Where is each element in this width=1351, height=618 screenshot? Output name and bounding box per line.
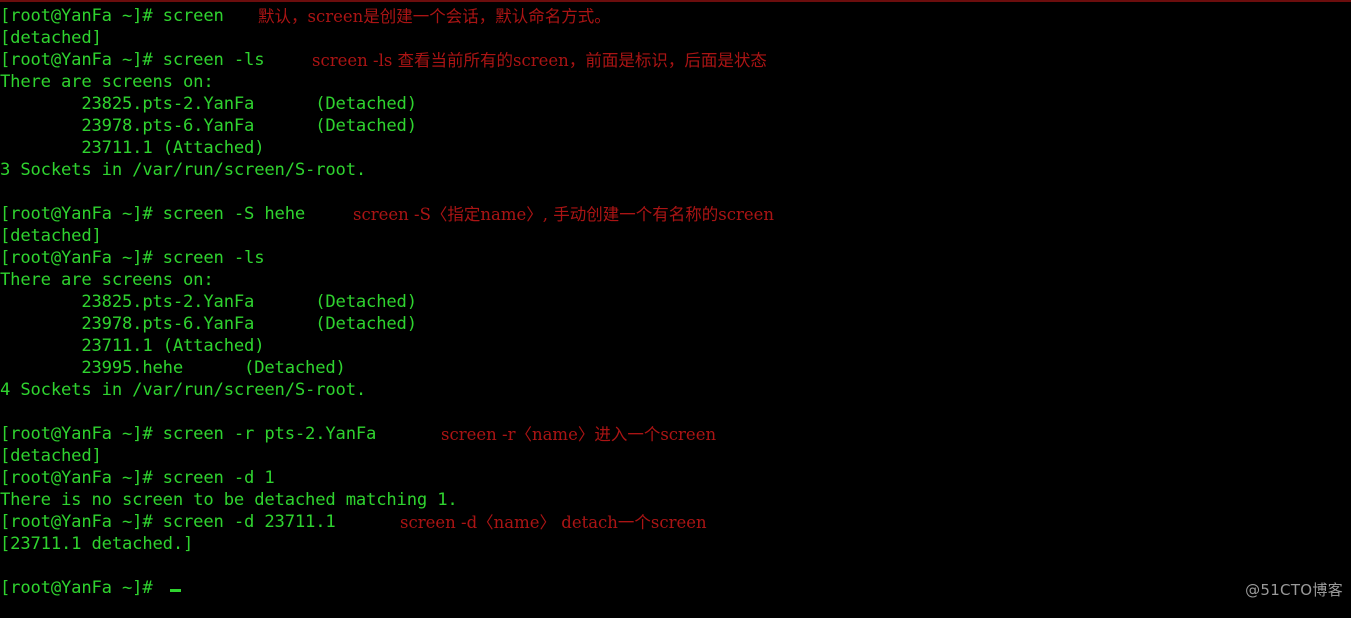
terminal-output-line[interactable]: 23978.pts-6.YanFa (Detached) xyxy=(0,313,1351,335)
terminal-output-line[interactable]: 23978.pts-6.YanFa (Detached) xyxy=(0,115,1351,137)
terminal-output-line[interactable]: 23711.1 (Attached) xyxy=(0,335,1351,357)
terminal-output-line[interactable]: [detached] xyxy=(0,225,1351,247)
terminal-output-line[interactable]: There are screens on: xyxy=(0,71,1351,93)
terminal-cursor xyxy=(169,589,181,592)
terminal-output-line[interactable]: 23825.pts-2.YanFa (Detached) xyxy=(0,291,1351,313)
terminal-output-line[interactable]: 23711.1 (Attached) xyxy=(0,137,1351,159)
terminal-output-line[interactable]: 23825.pts-2.YanFa (Detached) xyxy=(0,93,1351,115)
terminal-prompt-line[interactable]: [root@YanFa ~]# xyxy=(0,577,1351,599)
terminal-command-line[interactable]: [root@YanFa ~]# screen xyxy=(0,5,1351,27)
terminal-output-line[interactable]: [detached] xyxy=(0,445,1351,467)
annotation-text: screen -ls 查看当前所有的screen，前面是标识，后面是状态 xyxy=(312,51,767,70)
terminal-command-line[interactable]: [root@YanFa ~]# screen -d 1 xyxy=(0,467,1351,489)
annotation-text: screen -r〈name〉进入一个screen xyxy=(441,425,717,444)
terminal-output-line[interactable]: 23995.hehe (Detached) xyxy=(0,357,1351,379)
terminal-window: [root@YanFa ~]# screen [detached] [root@Ya… xyxy=(0,0,1351,618)
terminal-output-area[interactable]: [root@YanFa ~]# screen [detached] [root@Ya… xyxy=(0,5,1351,599)
terminal-output-line[interactable]: 4 Sockets in /var/run/screen/S-root. xyxy=(0,379,1351,401)
terminal-output-line[interactable]: There is no screen to be detached matchi… xyxy=(0,489,1351,511)
terminal-output-line[interactable]: 3 Sockets in /var/run/screen/S-root. xyxy=(0,159,1351,181)
annotation-text: screen -d〈name〉 detach一个screen xyxy=(400,513,707,532)
watermark: @51CTO博客 xyxy=(1245,581,1343,599)
terminal-output-line[interactable]: [23711.1 detached.] xyxy=(0,533,1351,555)
annotation-text: 默认，screen是创建一个会话，默认命名方式。 xyxy=(258,7,611,26)
terminal-command-line[interactable]: [root@YanFa ~]# screen -ls xyxy=(0,247,1351,269)
annotation-text: screen -S〈指定name〉, 手动创建一个有名称的screen xyxy=(353,205,774,224)
terminal-output-line[interactable]: [detached] xyxy=(0,27,1351,49)
terminal-output-line[interactable]: There are screens on: xyxy=(0,269,1351,291)
